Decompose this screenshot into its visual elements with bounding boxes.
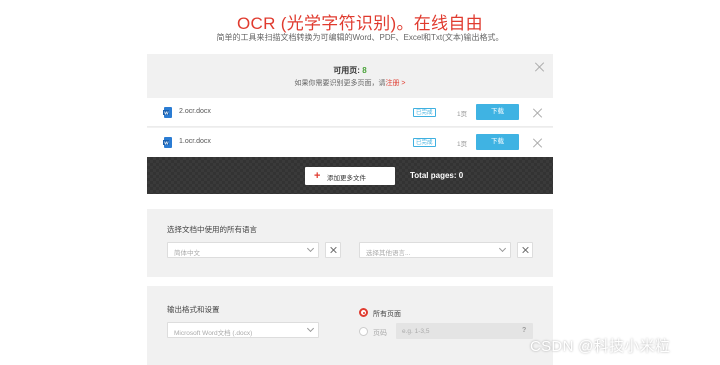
- output-label: 输出格式和设置: [167, 305, 220, 314]
- chevron-right-icon: >: [401, 80, 406, 87]
- add-files-button[interactable]: + 添加更多文件: [305, 167, 395, 185]
- register-link[interactable]: 注册: [385, 80, 399, 87]
- remove-file-icon[interactable]: [533, 108, 543, 118]
- watermark: CSDN @科技小米粒: [530, 338, 671, 355]
- file-name: 2.ocr.docx: [179, 108, 211, 115]
- available-pages-count: 8: [362, 66, 367, 75]
- language-label: 选择文档中使用的所有语言: [167, 225, 257, 234]
- output-format-select[interactable]: Microsoft Word文档 (.docx): [167, 322, 319, 338]
- svg-text:W: W: [164, 110, 169, 115]
- add-files-label: 添加更多文件: [327, 175, 366, 182]
- clear-secondary-language-button[interactable]: [517, 242, 533, 258]
- available-pages: 可用页: 8: [147, 65, 553, 76]
- upload-toolbar: + 添加更多文件 Total pages: 0: [147, 157, 553, 194]
- register-hint-text: 如果你需要识别更多页面，请: [294, 80, 386, 87]
- file-row: W 1.ocr.docx 已完成 1页 下载: [147, 128, 553, 157]
- status-badge: 已完成: [413, 108, 436, 117]
- word-doc-icon: W: [163, 137, 172, 148]
- file-name: 1.ocr.docx: [179, 138, 211, 145]
- clear-primary-language-button[interactable]: [325, 242, 341, 258]
- chevron-down-icon: [498, 244, 507, 253]
- page-range-radio[interactable]: [359, 327, 368, 336]
- secondary-language-placeholder: 选择其他语言...: [366, 250, 411, 257]
- page-subtitle: 简单的工具来扫描文档转换为可编辑的Word、PDF、Excel和Txt(文本)输…: [216, 33, 504, 42]
- remove-file-icon[interactable]: [533, 138, 543, 148]
- output-format-value: Microsoft Word文档 (.docx): [174, 330, 253, 337]
- language-panel: 选择文档中使用的所有语言 简体中文 选择其他语言...: [147, 209, 553, 277]
- chevron-down-icon: [306, 324, 315, 333]
- svg-text:W: W: [164, 140, 169, 145]
- file-page-count: 1页: [457, 111, 468, 118]
- all-pages-radio[interactable]: [359, 308, 368, 317]
- secondary-language-select[interactable]: 选择其他语言...: [359, 242, 511, 258]
- output-panel: 输出格式和设置 Microsoft Word文档 (.docx) 所有页面 页码…: [147, 286, 553, 365]
- download-button[interactable]: 下载: [476, 134, 519, 150]
- word-doc-icon: W: [163, 107, 172, 118]
- file-row: W 2.ocr.docx 已完成 1页 下载: [147, 98, 553, 127]
- plus-icon: +: [314, 170, 321, 182]
- primary-language-value: 简体中文: [174, 250, 200, 257]
- page-range-input[interactable]: [396, 323, 533, 339]
- page-range-label: 页码: [373, 330, 387, 337]
- available-pages-label: 可用页:: [333, 66, 360, 75]
- page-title: OCR (光学字符识别)。在线自由: [237, 14, 483, 33]
- total-pages: Total pages: 0: [410, 171, 464, 180]
- help-icon[interactable]: ?: [522, 327, 526, 334]
- chevron-down-icon: [306, 244, 315, 253]
- register-hint: 如果你需要识别更多页面，请注册 >: [147, 78, 553, 88]
- primary-language-select[interactable]: 简体中文: [167, 242, 319, 258]
- upload-panel: 可用页: 8 如果你需要识别更多页面，请注册 > W 2.ocr.docx 已完…: [147, 54, 553, 194]
- download-button[interactable]: 下载: [476, 104, 519, 120]
- file-page-count: 1页: [457, 141, 468, 148]
- status-badge: 已完成: [413, 138, 436, 147]
- all-pages-label: 所有页面: [373, 311, 401, 318]
